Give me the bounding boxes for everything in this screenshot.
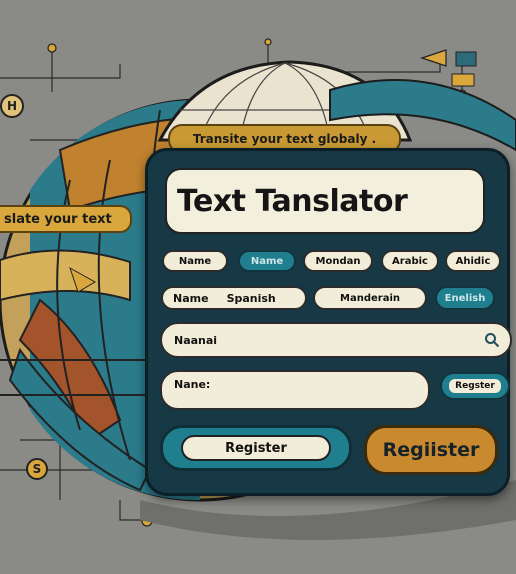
letter-h-badge: H bbox=[0, 94, 24, 118]
letter-s-badge: S bbox=[26, 458, 48, 480]
name-language-value: Spanish bbox=[226, 291, 276, 305]
language-chip-1[interactable]: Name bbox=[162, 250, 228, 272]
app-title: Text Tanslator bbox=[165, 168, 485, 234]
language-option-english[interactable]: Enelish bbox=[435, 286, 495, 310]
register-button-secondary[interactable]: Regiister bbox=[364, 425, 498, 475]
name-language-field[interactable]: Name Spanish bbox=[161, 286, 307, 310]
register-button-primary-label: Register bbox=[181, 435, 331, 461]
name-field-label: Nane: bbox=[174, 378, 211, 391]
register-button-primary[interactable]: Register bbox=[160, 425, 352, 471]
language-option-mandarin[interactable]: Manderain bbox=[313, 286, 427, 310]
app-title-text: Text Tanslator bbox=[177, 183, 408, 219]
search-input-value: Naanai bbox=[174, 333, 218, 347]
register-button-secondary-label: Regiister bbox=[382, 439, 480, 461]
small-register-label: Regster bbox=[449, 379, 501, 393]
name-language-label: Name bbox=[173, 291, 209, 305]
name-field[interactable]: Nane: bbox=[160, 370, 430, 410]
language-chip-5[interactable]: Ahidic bbox=[445, 250, 501, 272]
language-chip-3[interactable]: Mondan bbox=[303, 250, 373, 272]
side-tagline-banner: slate your text bbox=[0, 205, 132, 233]
language-chip-4[interactable]: Arabic bbox=[381, 250, 439, 272]
language-chip-2[interactable]: Name bbox=[238, 250, 296, 272]
search-icon[interactable] bbox=[484, 332, 500, 348]
search-input[interactable]: Naanai bbox=[160, 322, 512, 358]
small-register-button[interactable]: Regster bbox=[440, 372, 510, 400]
